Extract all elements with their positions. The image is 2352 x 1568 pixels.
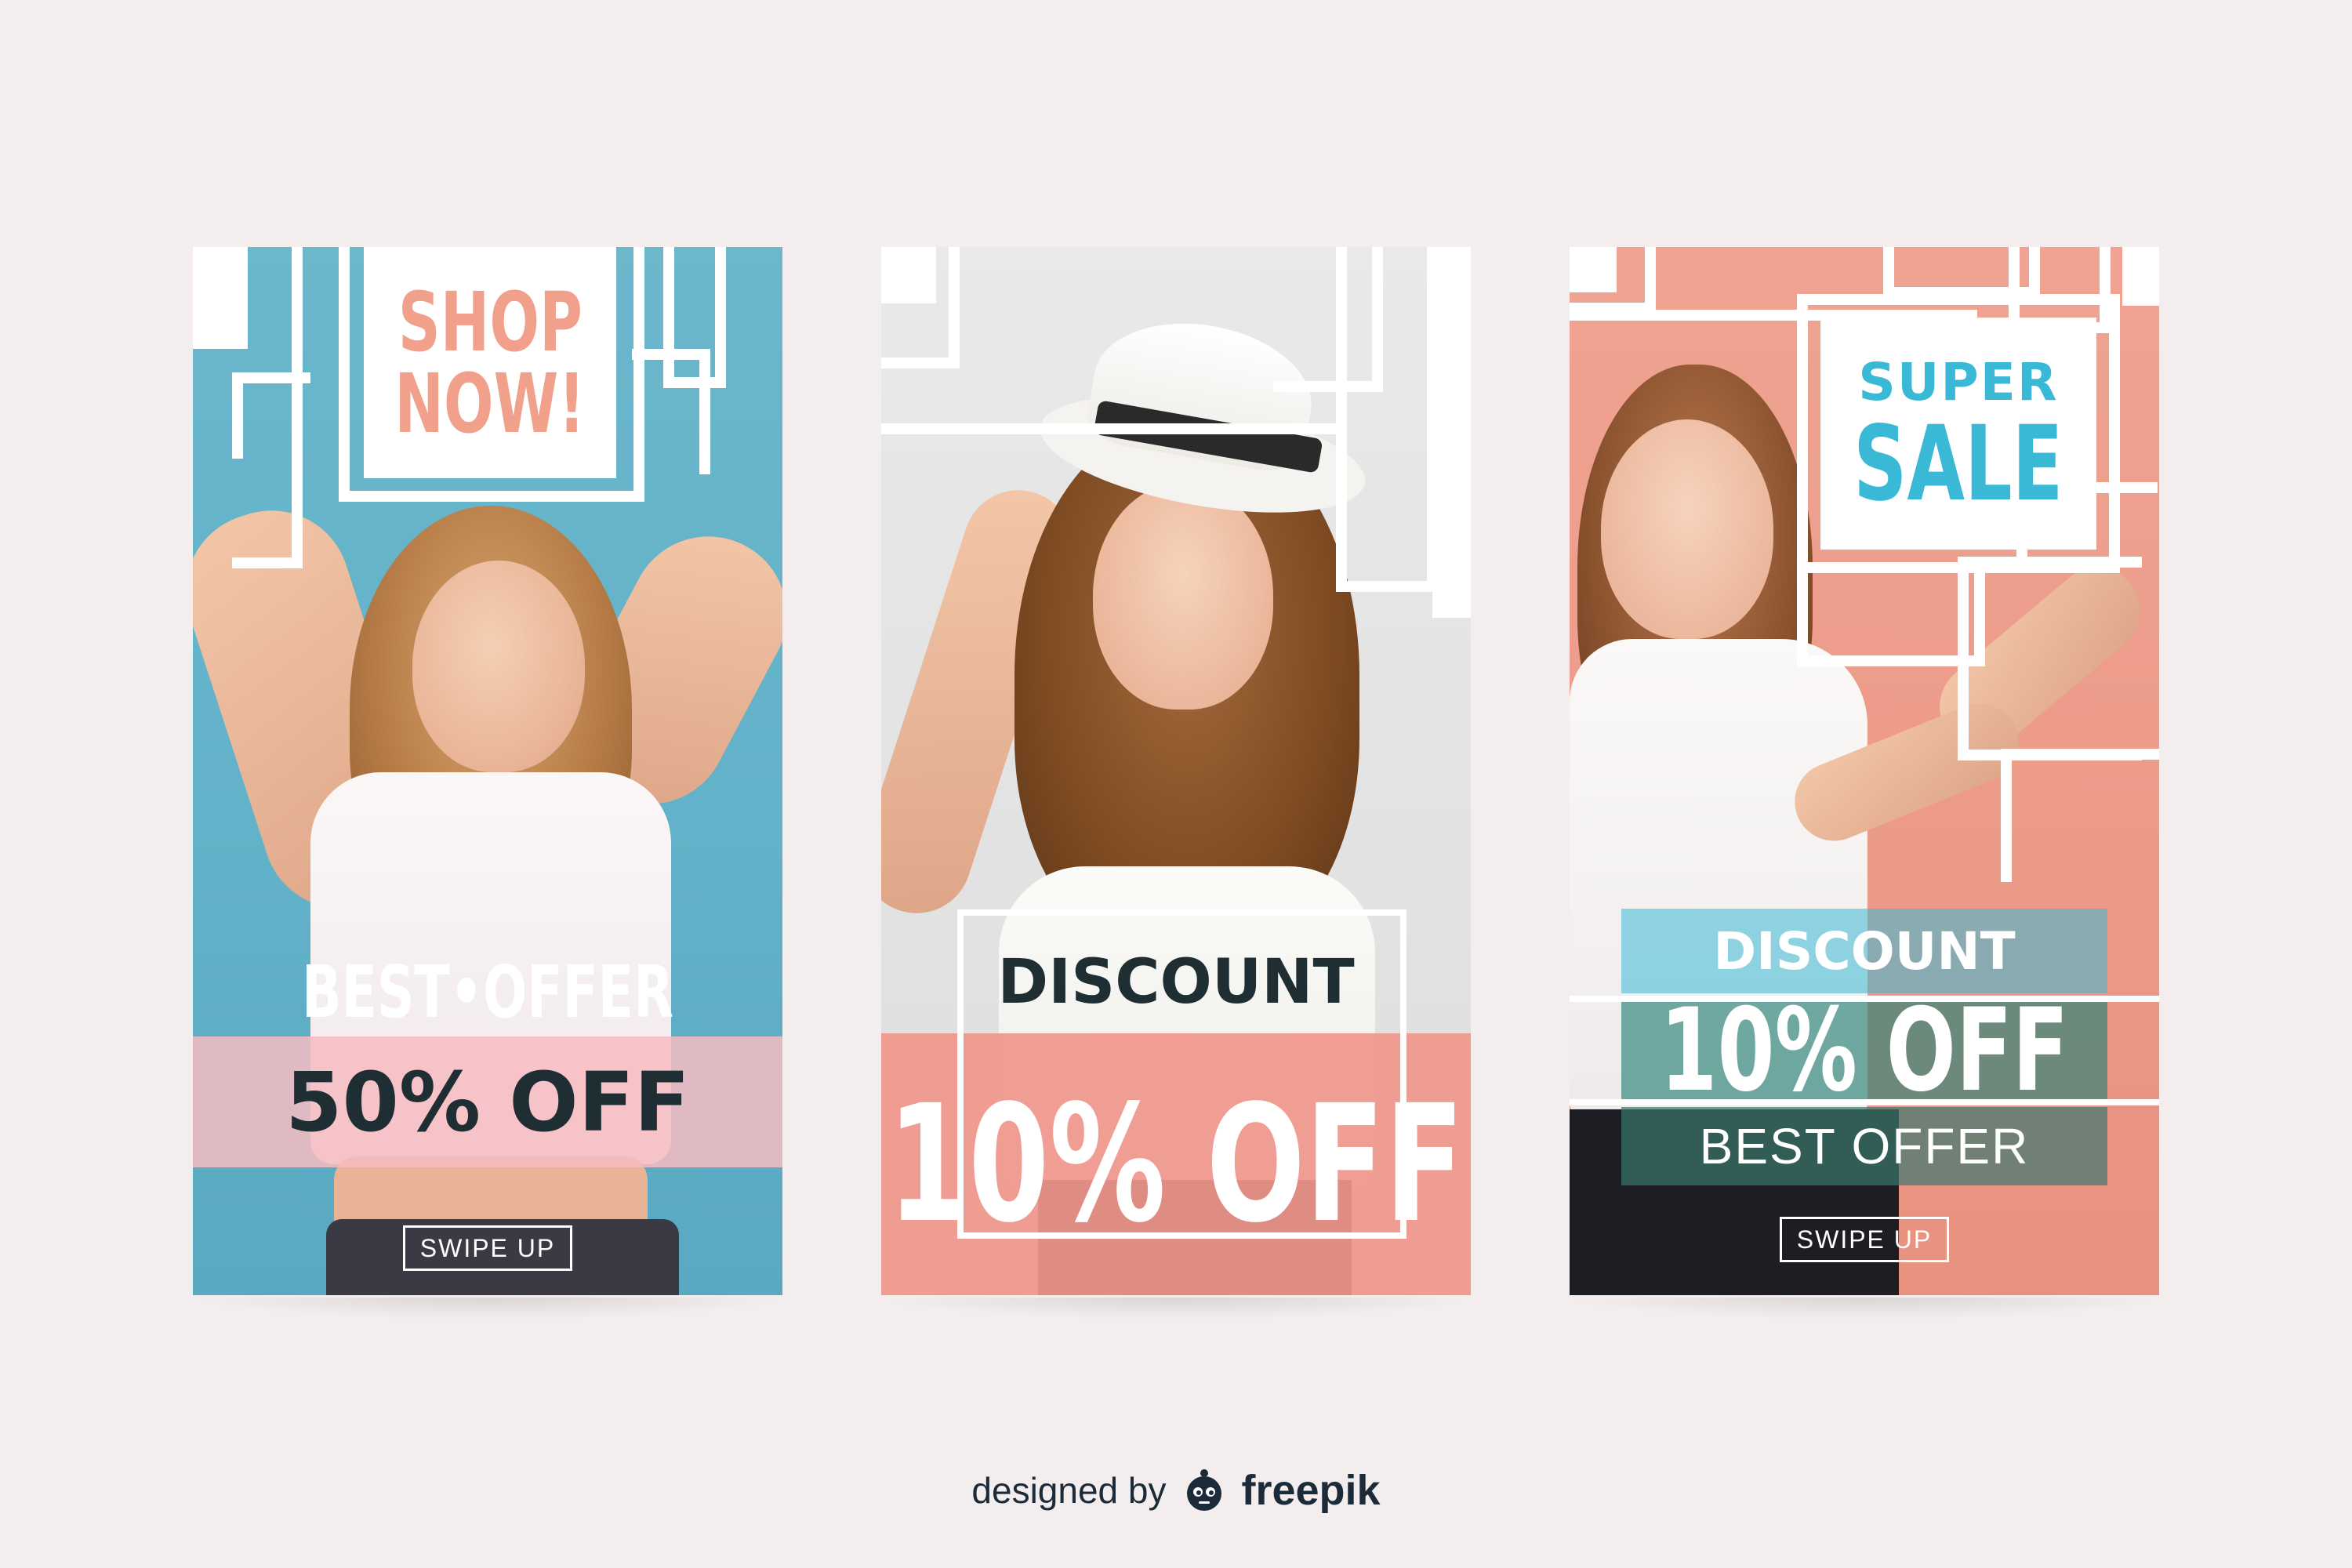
card-shadow <box>881 1298 1471 1319</box>
story-card-super-sale: SUPER SALE DISCOUNT 10% OFF BEST OFFER S… <box>1570 247 2159 1295</box>
headline-line-2: NOW! <box>394 355 586 452</box>
deco-frame <box>1336 247 1438 592</box>
discount-frame-lower <box>957 1033 1406 1239</box>
freepik-brand-text[interactable]: freepik <box>1242 1466 1381 1515</box>
offer-text: 50% OFF <box>285 1054 690 1150</box>
offer-frame <box>1570 996 2159 1105</box>
card-shadow <box>193 1298 782 1319</box>
deco-frame <box>1570 247 1656 314</box>
deco-frame <box>232 372 310 459</box>
best-offer-band: BEST OFFER <box>1621 1107 2107 1185</box>
swipe-up-button[interactable]: SWIPE UP <box>1780 1217 1949 1262</box>
freepik-logo-icon <box>1186 1469 1221 1511</box>
footer-attribution: designed by freepik <box>0 1466 2352 1515</box>
swipe-up-button[interactable]: SWIPE UP <box>403 1225 572 1271</box>
offer-band: 50% OFF <box>193 1036 782 1167</box>
card-shadow <box>1570 1298 2159 1319</box>
shop-now-box: SHOP NOW! <box>364 247 616 478</box>
deco-frame <box>881 247 960 368</box>
discount-label: DISCOUNT <box>997 947 1355 1018</box>
banner-stage: SHOP NOW! BEST•OFFER 50% OFF SWIPE UP DI… <box>0 0 2352 1568</box>
deco-block <box>2122 247 2159 306</box>
deco-block <box>1432 247 1471 618</box>
discount-band: DISCOUNT <box>1621 909 2107 993</box>
super-sale-box: SUPER SALE <box>1820 318 2096 550</box>
headline-line-1: SHOP <box>397 274 583 370</box>
deco-frame <box>1797 557 1985 666</box>
headline-line-2: SALE <box>1853 403 2063 524</box>
deco-frame <box>881 423 1336 502</box>
story-card-discount: DISCOUNT 10% OFF <box>881 247 1471 1295</box>
story-card-shop-now: SHOP NOW! BEST•OFFER 50% OFF SWIPE UP <box>193 247 782 1295</box>
model-face <box>412 561 585 772</box>
deco-frame <box>632 349 710 474</box>
model-face <box>1093 482 1273 710</box>
model-face <box>1601 419 1773 639</box>
best-offer-text: BEST OFFER <box>1699 1118 2030 1174</box>
discount-label: DISCOUNT <box>1713 920 2016 982</box>
designed-by-text: designed by <box>971 1470 1167 1511</box>
deco-frame <box>2001 749 2159 882</box>
best-offer-text: BEST•OFFER <box>301 950 674 1034</box>
deco-frame <box>1958 557 2142 760</box>
